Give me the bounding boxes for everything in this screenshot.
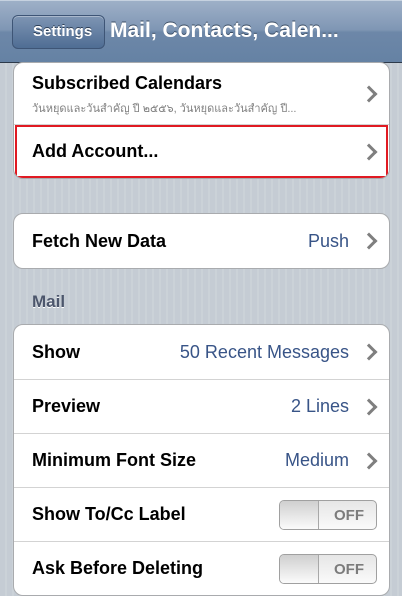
fetch-new-data-value: Push bbox=[307, 230, 349, 251]
toggle-knob bbox=[280, 500, 319, 529]
chevron-right-icon bbox=[360, 452, 378, 469]
chevron-right-icon bbox=[360, 398, 378, 415]
show-row[interactable]: Show 50 Recent Messages bbox=[14, 325, 389, 379]
toggle-knob bbox=[280, 554, 319, 583]
ask-before-deleting-row: Ask Before Deleting OFF bbox=[14, 541, 389, 595]
add-account-row[interactable]: Add Account... bbox=[14, 124, 389, 178]
minimum-font-size-label: Minimum Font Size bbox=[32, 450, 196, 470]
fetch-new-data-label: Fetch New Data bbox=[32, 230, 167, 251]
ask-before-deleting-label: Ask Before Deleting bbox=[32, 558, 204, 578]
show-value: 50 Recent Messages bbox=[179, 341, 349, 362]
show-label: Show bbox=[32, 341, 80, 362]
minimum-font-size-row[interactable]: Minimum Font Size Medium bbox=[14, 433, 389, 487]
fetch-new-data-row[interactable]: Fetch New Data Push bbox=[14, 214, 389, 268]
subscribed-calendars-label: Subscribed Calendars bbox=[32, 73, 223, 93]
settings-back-button[interactable]: Settings bbox=[12, 15, 106, 49]
back-button-label: Settings bbox=[33, 23, 93, 40]
minimum-font-size-value: Medium bbox=[284, 450, 349, 470]
navigation-bar: Settings Mail, Contacts, Calen... bbox=[0, 0, 402, 63]
toggle-state-label: OFF bbox=[334, 506, 364, 524]
toggle-state-label: OFF bbox=[334, 560, 364, 578]
accounts-group: Subscribed Calendars วันหยุดและวันสำคัญ … bbox=[13, 62, 390, 179]
show-to-cc-toggle[interactable]: OFF bbox=[279, 499, 377, 530]
page-title: Mail, Contacts, Calen... bbox=[110, 19, 339, 42]
subscribed-calendars-detail: วันหยุดและวันสำคัญ ปี ๒๕๕๖, วันหยุดและวั… bbox=[32, 103, 297, 115]
preview-label: Preview bbox=[32, 396, 101, 416]
show-to-cc-row: Show To/Cc Label OFF bbox=[14, 487, 389, 541]
mail-section-header: Mail bbox=[32, 292, 66, 311]
mail-group: Show 50 Recent Messages Preview 2 Lines … bbox=[13, 324, 390, 596]
subscribed-calendars-row[interactable]: Subscribed Calendars วันหยุดและวันสำคัญ … bbox=[14, 63, 389, 124]
show-to-cc-label: Show To/Cc Label bbox=[32, 504, 186, 524]
preview-row[interactable]: Preview 2 Lines bbox=[14, 379, 389, 433]
add-account-label: Add Account... bbox=[32, 141, 159, 161]
chevron-right-icon bbox=[360, 85, 378, 102]
chevron-right-icon bbox=[360, 232, 378, 250]
fetch-group: Fetch New Data Push bbox=[13, 213, 390, 269]
chevron-right-icon bbox=[360, 343, 378, 361]
ask-before-deleting-toggle[interactable]: OFF bbox=[279, 553, 377, 584]
preview-value: 2 Lines bbox=[290, 396, 349, 416]
